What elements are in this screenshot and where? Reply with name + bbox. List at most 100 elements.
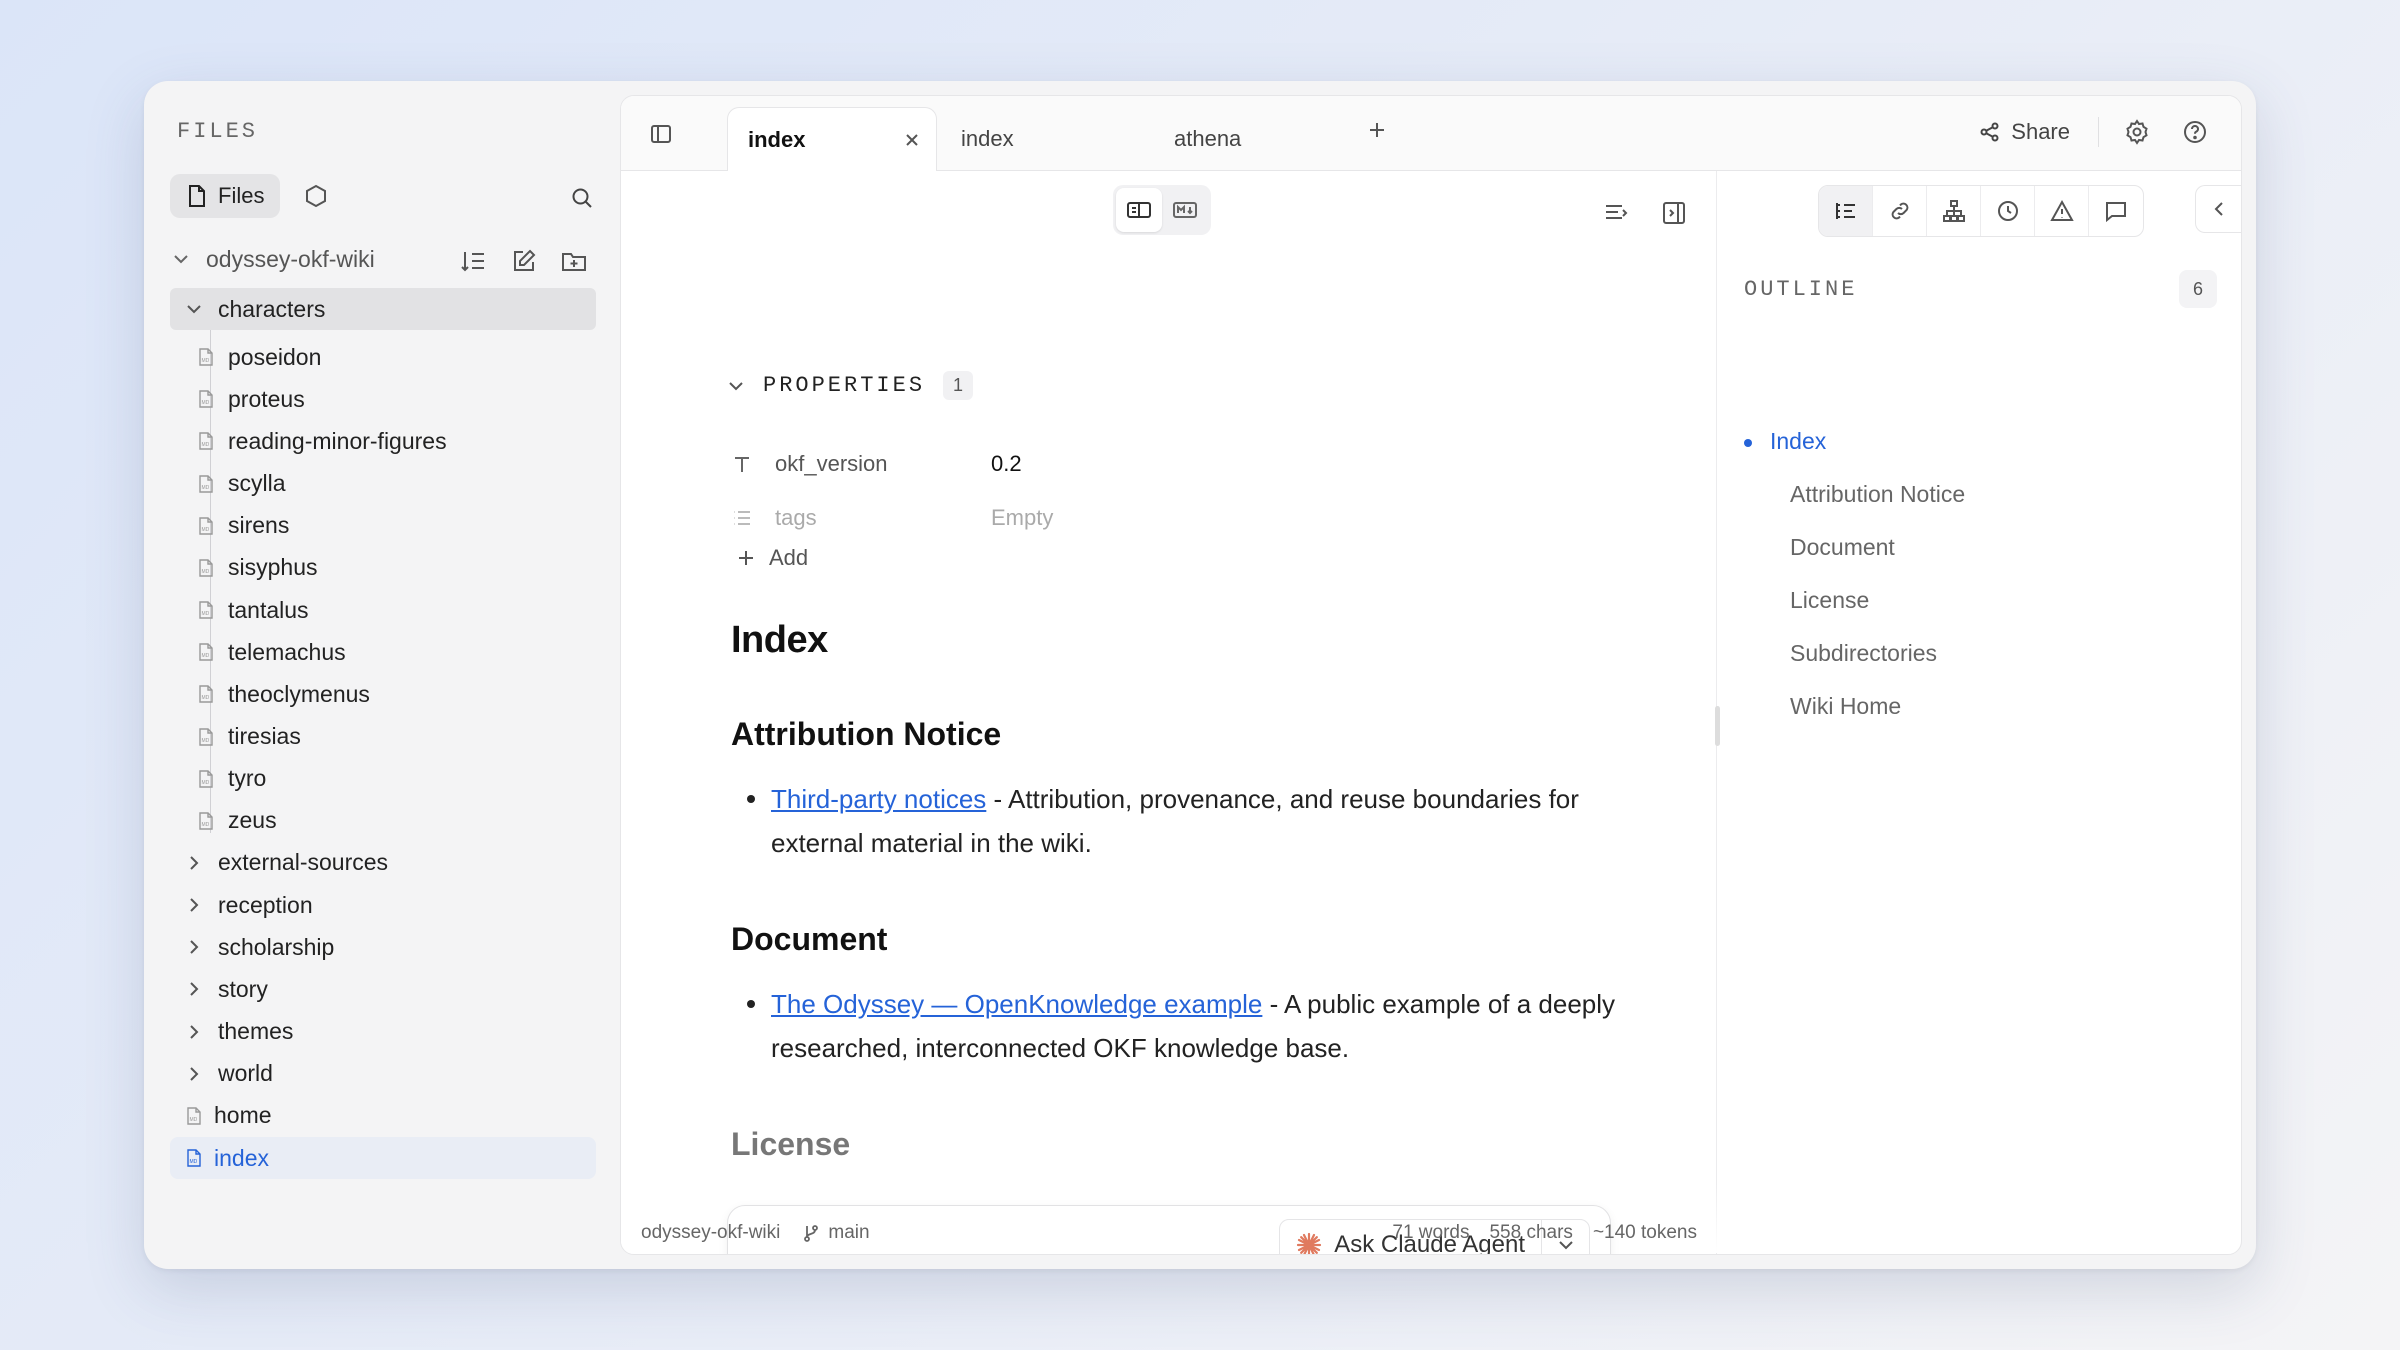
live-preview-button[interactable] — [1116, 188, 1162, 232]
outline-item[interactable]: Subdirectories — [1790, 640, 1937, 667]
markdown-file-icon: MD — [196, 601, 216, 619]
folder-item[interactable]: world — [170, 1053, 596, 1095]
outline-item[interactable]: Document — [1790, 534, 1895, 561]
file-item[interactable]: MD theoclymenus — [170, 673, 596, 715]
toggle-sidebar-button[interactable] — [643, 116, 679, 152]
new-tab-button[interactable] — [1367, 120, 1387, 140]
file-item[interactable]: MD tiresias — [170, 716, 596, 758]
editor-tools — [1596, 193, 1694, 233]
property-key: tags — [775, 505, 817, 530]
folder-item[interactable]: reception — [170, 884, 596, 926]
file-label: zeus — [228, 807, 277, 834]
chevron-right-icon — [184, 897, 204, 913]
markdown-file-icon: MD — [196, 390, 216, 408]
warning-icon — [2049, 199, 2074, 221]
tab-index[interactable]: index — [941, 107, 1034, 171]
file-item[interactable]: MD reading-minor-figures — [170, 420, 596, 462]
file-label: sisyphus — [228, 554, 318, 581]
vault-actions — [456, 243, 592, 279]
file-item[interactable]: MD tyro — [170, 758, 596, 800]
app-window: FILES Files odyssey-okf-wiki characters … — [144, 81, 2256, 1269]
close-tab-button[interactable] — [900, 128, 924, 152]
properties-count: 1 — [943, 371, 974, 400]
chevron-down-icon — [184, 301, 204, 317]
folder-characters[interactable]: characters — [170, 288, 596, 330]
outline-item[interactable]: Attribution Notice — [1790, 481, 1965, 508]
char-count: 558 chars — [1489, 1222, 1573, 1243]
file-item-current[interactable]: MD index — [170, 1137, 596, 1179]
status-repo: odyssey-okf-wiki — [641, 1222, 781, 1243]
sort-button[interactable] — [456, 243, 492, 279]
status-left: odyssey-okf-wiki main — [641, 1222, 870, 1244]
collapse-panel-button[interactable] — [2195, 185, 2241, 233]
property-row[interactable]: okf_version 0.2 — [731, 451, 1022, 477]
list-item: Third-party notices - Attribution, prove… — [747, 777, 1627, 865]
gear-icon — [2126, 119, 2148, 145]
file-item[interactable]: MD proteus — [170, 378, 596, 420]
markdown-file-icon: MD — [196, 474, 216, 493]
file-item[interactable]: MD sisyphus — [170, 547, 596, 589]
sidebar-search-button[interactable] — [562, 178, 602, 218]
outline-tab[interactable] — [1819, 186, 1873, 236]
tab-athena[interactable]: athena — [1154, 107, 1261, 171]
history-tab[interactable] — [1981, 186, 2035, 236]
outline-item[interactable]: Wiki Home — [1790, 693, 1901, 720]
file-label: theoclymenus — [228, 680, 370, 707]
hierarchy-tab[interactable] — [1927, 186, 1981, 236]
property-row[interactable]: tags Empty — [731, 505, 1053, 531]
source-mode-button[interactable] — [1162, 188, 1208, 232]
tab-label: index — [961, 126, 1014, 151]
file-item[interactable]: MD tantalus — [170, 589, 596, 631]
file-item[interactable]: MD zeus — [170, 800, 596, 842]
properties-header[interactable]: PROPERTIES 1 — [727, 371, 974, 400]
folder-item[interactable]: themes — [170, 1011, 596, 1053]
vault-name: odyssey-okf-wiki — [206, 245, 375, 272]
tab-index-active[interactable]: index — [727, 107, 937, 171]
markdown-file-icon: MD — [196, 769, 216, 788]
outline-toggle-button[interactable] — [1596, 193, 1636, 233]
markdown-file-icon: MD — [196, 517, 216, 535]
file-item[interactable]: MD sirens — [170, 505, 596, 547]
chevron-right-icon — [184, 1066, 204, 1082]
property-value[interactable]: Empty — [991, 505, 1053, 531]
share-label: Share — [2011, 119, 2070, 144]
branch-name: main — [828, 1222, 870, 1243]
outline-item[interactable]: License — [1790, 587, 1869, 614]
svg-text:MD: MD — [202, 358, 210, 364]
file-item[interactable]: MD scylla — [170, 463, 596, 505]
share-button[interactable]: Share — [1969, 113, 2080, 151]
chevron-right-icon — [184, 1024, 204, 1040]
odyssey-example-link[interactable]: The Odyssey — OpenKnowledge example — [771, 989, 1262, 1019]
file-label: reading-minor-figures — [228, 427, 447, 454]
issues-tab[interactable] — [2035, 186, 2089, 236]
files-tab[interactable]: Files — [170, 174, 281, 218]
new-note-button[interactable] — [506, 243, 542, 279]
folder-label: characters — [218, 295, 326, 322]
new-folder-button[interactable] — [556, 243, 592, 279]
right-panel-toggle-button[interactable] — [1654, 193, 1694, 233]
help-button[interactable] — [2175, 112, 2215, 152]
list-item: The Odyssey — OpenKnowledge example - A … — [747, 982, 1627, 1070]
file-item[interactable]: MD home — [170, 1095, 596, 1137]
outline-item[interactable]: Index — [1743, 428, 1826, 455]
graph-view-button[interactable] — [294, 174, 338, 218]
clock-icon — [1997, 201, 2018, 221]
comments-tab[interactable] — [2089, 186, 2143, 236]
folder-item[interactable]: external-sources — [170, 842, 596, 884]
links-tab[interactable] — [1873, 186, 1927, 236]
third-party-notices-link[interactable]: Third-party notices — [771, 784, 986, 814]
vault-root[interactable]: odyssey-okf-wiki — [172, 239, 592, 279]
outline-title: OUTLINE — [1744, 277, 1858, 302]
main-pane: index index athena Share PROPERTIES 1 ok… — [620, 95, 2242, 1255]
branch-indicator[interactable]: main — [802, 1222, 870, 1244]
settings-button[interactable] — [2117, 112, 2157, 152]
folder-item[interactable]: story — [170, 968, 596, 1010]
file-item[interactable]: MD telemachus — [170, 631, 596, 673]
folder-label: reception — [218, 891, 313, 918]
file-item[interactable]: MD poseidon — [170, 336, 596, 378]
file-label: proteus — [228, 385, 305, 412]
add-property-button[interactable]: Add — [737, 545, 808, 571]
property-value[interactable]: 0.2 — [991, 451, 1022, 477]
folder-item[interactable]: scholarship — [170, 926, 596, 968]
file-label: tyro — [228, 765, 267, 792]
